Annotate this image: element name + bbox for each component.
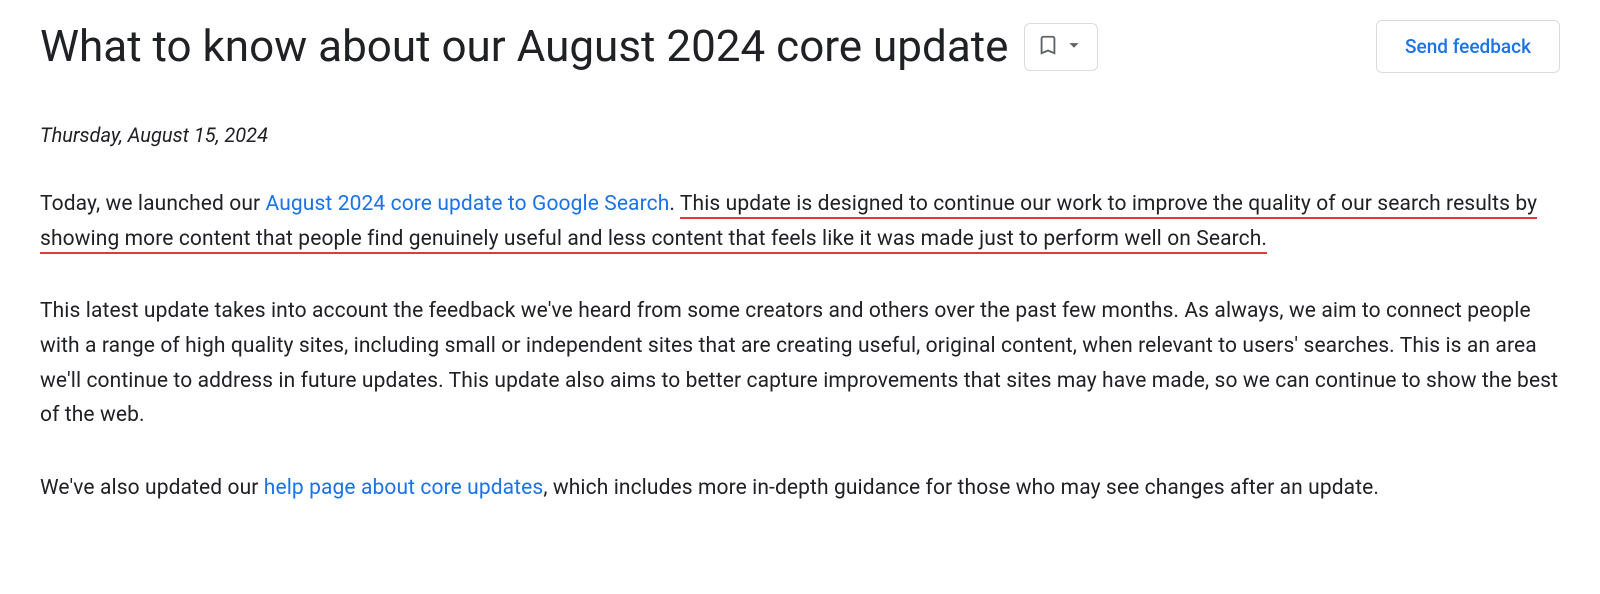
paragraph-1: Today, we launched our August 2024 core … (40, 187, 1560, 256)
help-page-link[interactable]: help page about core updates (264, 476, 544, 500)
header-row: What to know about our August 2024 core … (40, 20, 1560, 73)
bookmark-icon (1037, 34, 1059, 59)
para1-lead: Today, we launched our (40, 192, 266, 216)
chevron-down-icon (1063, 34, 1085, 59)
para3-after: , which includes more in-depth guidance … (543, 476, 1379, 500)
publish-date: Thursday, August 15, 2024 (40, 123, 1560, 147)
paragraph-3: We've also updated our help page about c… (40, 471, 1560, 506)
page-title: What to know about our August 2024 core … (40, 20, 1008, 73)
paragraph-2: This latest update takes into account th… (40, 294, 1560, 433)
core-update-link[interactable]: August 2024 core update to Google Search (266, 192, 670, 216)
para1-after-link: . (669, 192, 680, 216)
bookmark-button[interactable] (1024, 23, 1098, 71)
para3-before: We've also updated our (40, 476, 264, 500)
send-feedback-button[interactable]: Send feedback (1376, 20, 1560, 73)
